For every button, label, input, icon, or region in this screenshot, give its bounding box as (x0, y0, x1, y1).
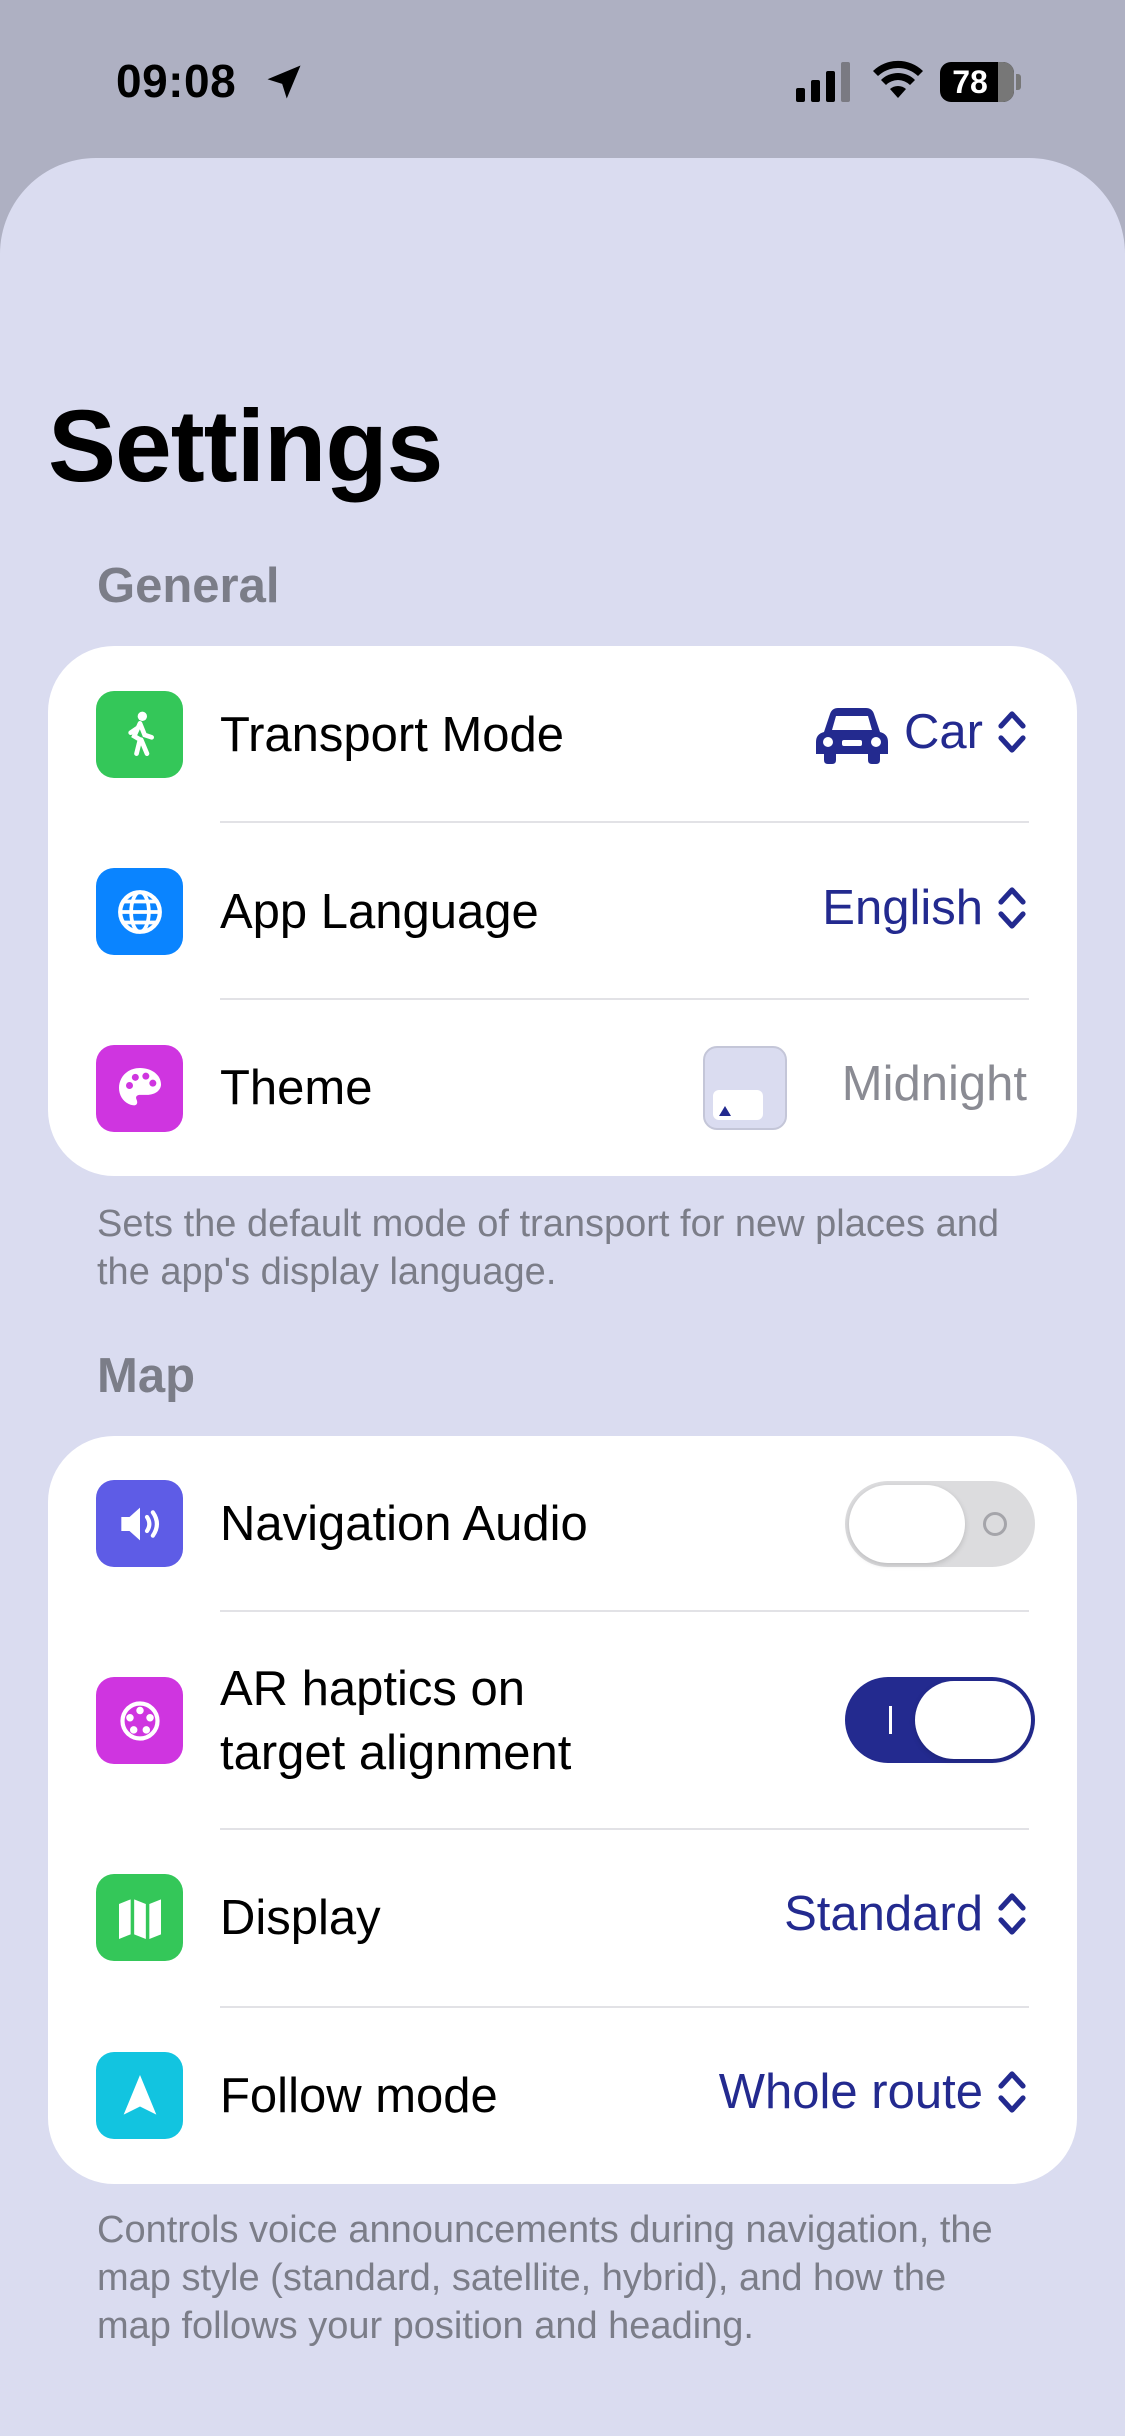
app-language-row[interactable]: App Language English (48, 823, 1077, 1001)
app-language-value: English (822, 881, 983, 935)
navigation-audio-label: Navigation Audio (220, 1497, 588, 1551)
transport-mode-value: Car (904, 705, 983, 759)
cellular-signal-icon (796, 62, 850, 102)
location-services-icon (267, 65, 301, 99)
transport-mode-row[interactable]: Transport Mode Car (48, 646, 1077, 824)
speaker-icon (96, 1480, 183, 1567)
general-card: Transport Mode Car App Language English … (48, 646, 1077, 1176)
battery-level: 78 (952, 64, 988, 100)
display-row[interactable]: Display Standard (48, 1830, 1077, 2008)
map-icon (96, 1874, 183, 1961)
display-value: Standard (784, 1887, 983, 1941)
ar-haptics-label: AR haptics on target alignment (220, 1662, 572, 1780)
theme-row[interactable]: Theme Midnight (48, 1000, 1077, 1176)
follow-mode-picker[interactable]: Whole route (719, 2064, 1027, 2120)
map-footer: Controls voice announcements during navi… (97, 2209, 993, 2347)
display-picker[interactable]: Standard (784, 1886, 1027, 1942)
section-header-general: General (97, 559, 280, 613)
car-icon (816, 708, 889, 764)
theme-value: Midnight (841, 1057, 1027, 1111)
follow-mode-row[interactable]: Follow mode Whole route (48, 2008, 1077, 2184)
wifi-icon (873, 60, 923, 98)
theme-preview-thumbnail (703, 1046, 787, 1130)
chevron-up-down-icon (998, 1893, 1026, 1935)
transport-mode-label: Transport Mode (220, 708, 565, 762)
location-arrow-icon (96, 2052, 183, 2139)
haptics-icon (96, 1677, 183, 1764)
status-bar: 09:08 78 (0, 0, 1125, 160)
globe-icon (96, 868, 183, 955)
follow-mode-label: Follow mode (220, 2069, 498, 2123)
app-language-label: App Language (220, 885, 539, 939)
status-time: 09:08 (116, 55, 237, 107)
theme-label: Theme (220, 1061, 373, 1115)
chevron-up-down-icon (998, 2071, 1026, 2113)
chevron-up-down-icon (998, 887, 1026, 929)
transport-mode-picker[interactable]: Car (812, 700, 1027, 764)
general-footer: Sets the default mode of transport for n… (97, 1203, 999, 1293)
palette-icon (96, 1045, 183, 1132)
battery-icon: 78 (940, 62, 1021, 102)
follow-mode-value: Whole route (718, 2065, 983, 2119)
navigation-audio-row: Navigation Audio (48, 1436, 1077, 1612)
page-title: Settings (48, 389, 443, 503)
display-label: Display (220, 1891, 381, 1945)
navigation-audio-toggle[interactable] (845, 1481, 1035, 1567)
section-header-map: Map (97, 1349, 195, 1403)
map-card: Navigation Audio AR haptics on target al… (48, 1436, 1077, 2184)
app-language-picker[interactable]: English (822, 880, 1027, 936)
figure-walk-icon (96, 691, 183, 778)
ar-haptics-toggle[interactable] (845, 1677, 1035, 1763)
ar-haptics-row: AR haptics on target alignment (48, 1612, 1077, 1830)
chevron-up-down-icon (998, 711, 1026, 753)
